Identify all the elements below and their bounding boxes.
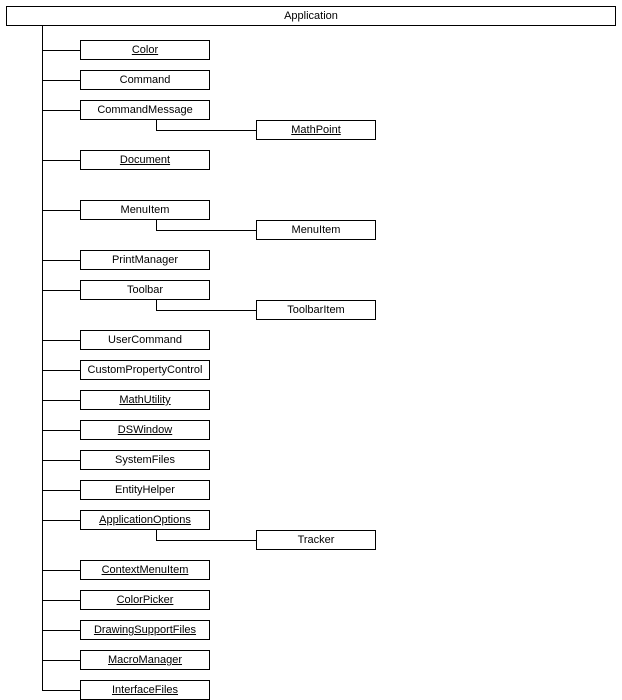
node-colorpicker[interactable]: ColorPicker: [80, 590, 210, 610]
connector-document: [42, 160, 80, 161]
sub-connector-appoptions: [156, 540, 256, 541]
node-document[interactable]: Document: [80, 150, 210, 170]
sub-vertical-toolbar: [156, 300, 157, 310]
connector-printmanager: [42, 260, 80, 261]
connector-colorpicker: [42, 600, 80, 601]
node-appoptions[interactable]: ApplicationOptions: [80, 510, 210, 530]
connector-macromanager: [42, 660, 80, 661]
sub-connector-menuitem: [156, 230, 256, 231]
connector-customproperty: [42, 370, 80, 371]
node-commandmessage[interactable]: CommandMessage: [80, 100, 210, 120]
sub-connector-commandmessage: [156, 130, 256, 131]
node-dswindow[interactable]: DSWindow: [80, 420, 210, 440]
connector-commandmessage: [42, 110, 80, 111]
sub-connector-toolbar: [156, 310, 256, 311]
node-application[interactable]: Application: [6, 6, 616, 26]
node-macromanager[interactable]: MacroManager: [80, 650, 210, 670]
node-mathutility[interactable]: MathUtility: [80, 390, 210, 410]
connector-drawingsupport: [42, 630, 80, 631]
node-customproperty[interactable]: CustomPropertyControl: [80, 360, 210, 380]
connector-entityhelper: [42, 490, 80, 491]
node-tracker[interactable]: Tracker: [256, 530, 376, 550]
connector-toolbar: [42, 290, 80, 291]
connector-systemfiles: [42, 460, 80, 461]
connector-mathutility: [42, 400, 80, 401]
sub-vertical-menuitem: [156, 220, 157, 230]
connector-color: [42, 50, 80, 51]
node-menuitem[interactable]: MenuItem: [80, 200, 210, 220]
connector-dswindow: [42, 430, 80, 431]
node-toolbar[interactable]: Toolbar: [80, 280, 210, 300]
connector-contextmenuitem: [42, 570, 80, 571]
node-interfacefiles[interactable]: InterfaceFiles: [80, 680, 210, 700]
node-mathpoint[interactable]: MathPoint: [256, 120, 376, 140]
node-command[interactable]: Command: [80, 70, 210, 90]
node-toolbaritem[interactable]: ToolbarItem: [256, 300, 376, 320]
connector-command: [42, 80, 80, 81]
main-trunk: [42, 26, 43, 691]
connector-usercommand: [42, 340, 80, 341]
connector-appoptions: [42, 520, 80, 521]
node-drawingsupport[interactable]: DrawingSupportFiles: [80, 620, 210, 640]
node-color[interactable]: Color: [80, 40, 210, 60]
sub-vertical-appoptions: [156, 530, 157, 540]
sub-vertical-commandmessage: [156, 120, 157, 130]
connector-menuitem: [42, 210, 80, 211]
node-entityhelper[interactable]: EntityHelper: [80, 480, 210, 500]
node-printmanager[interactable]: PrintManager: [80, 250, 210, 270]
node-usercommand[interactable]: UserCommand: [80, 330, 210, 350]
connector-interfacefiles: [42, 690, 80, 691]
node-menuitem2[interactable]: MenuItem: [256, 220, 376, 240]
node-contextmenuitem[interactable]: ContextMenuItem: [80, 560, 210, 580]
node-systemfiles[interactable]: SystemFiles: [80, 450, 210, 470]
